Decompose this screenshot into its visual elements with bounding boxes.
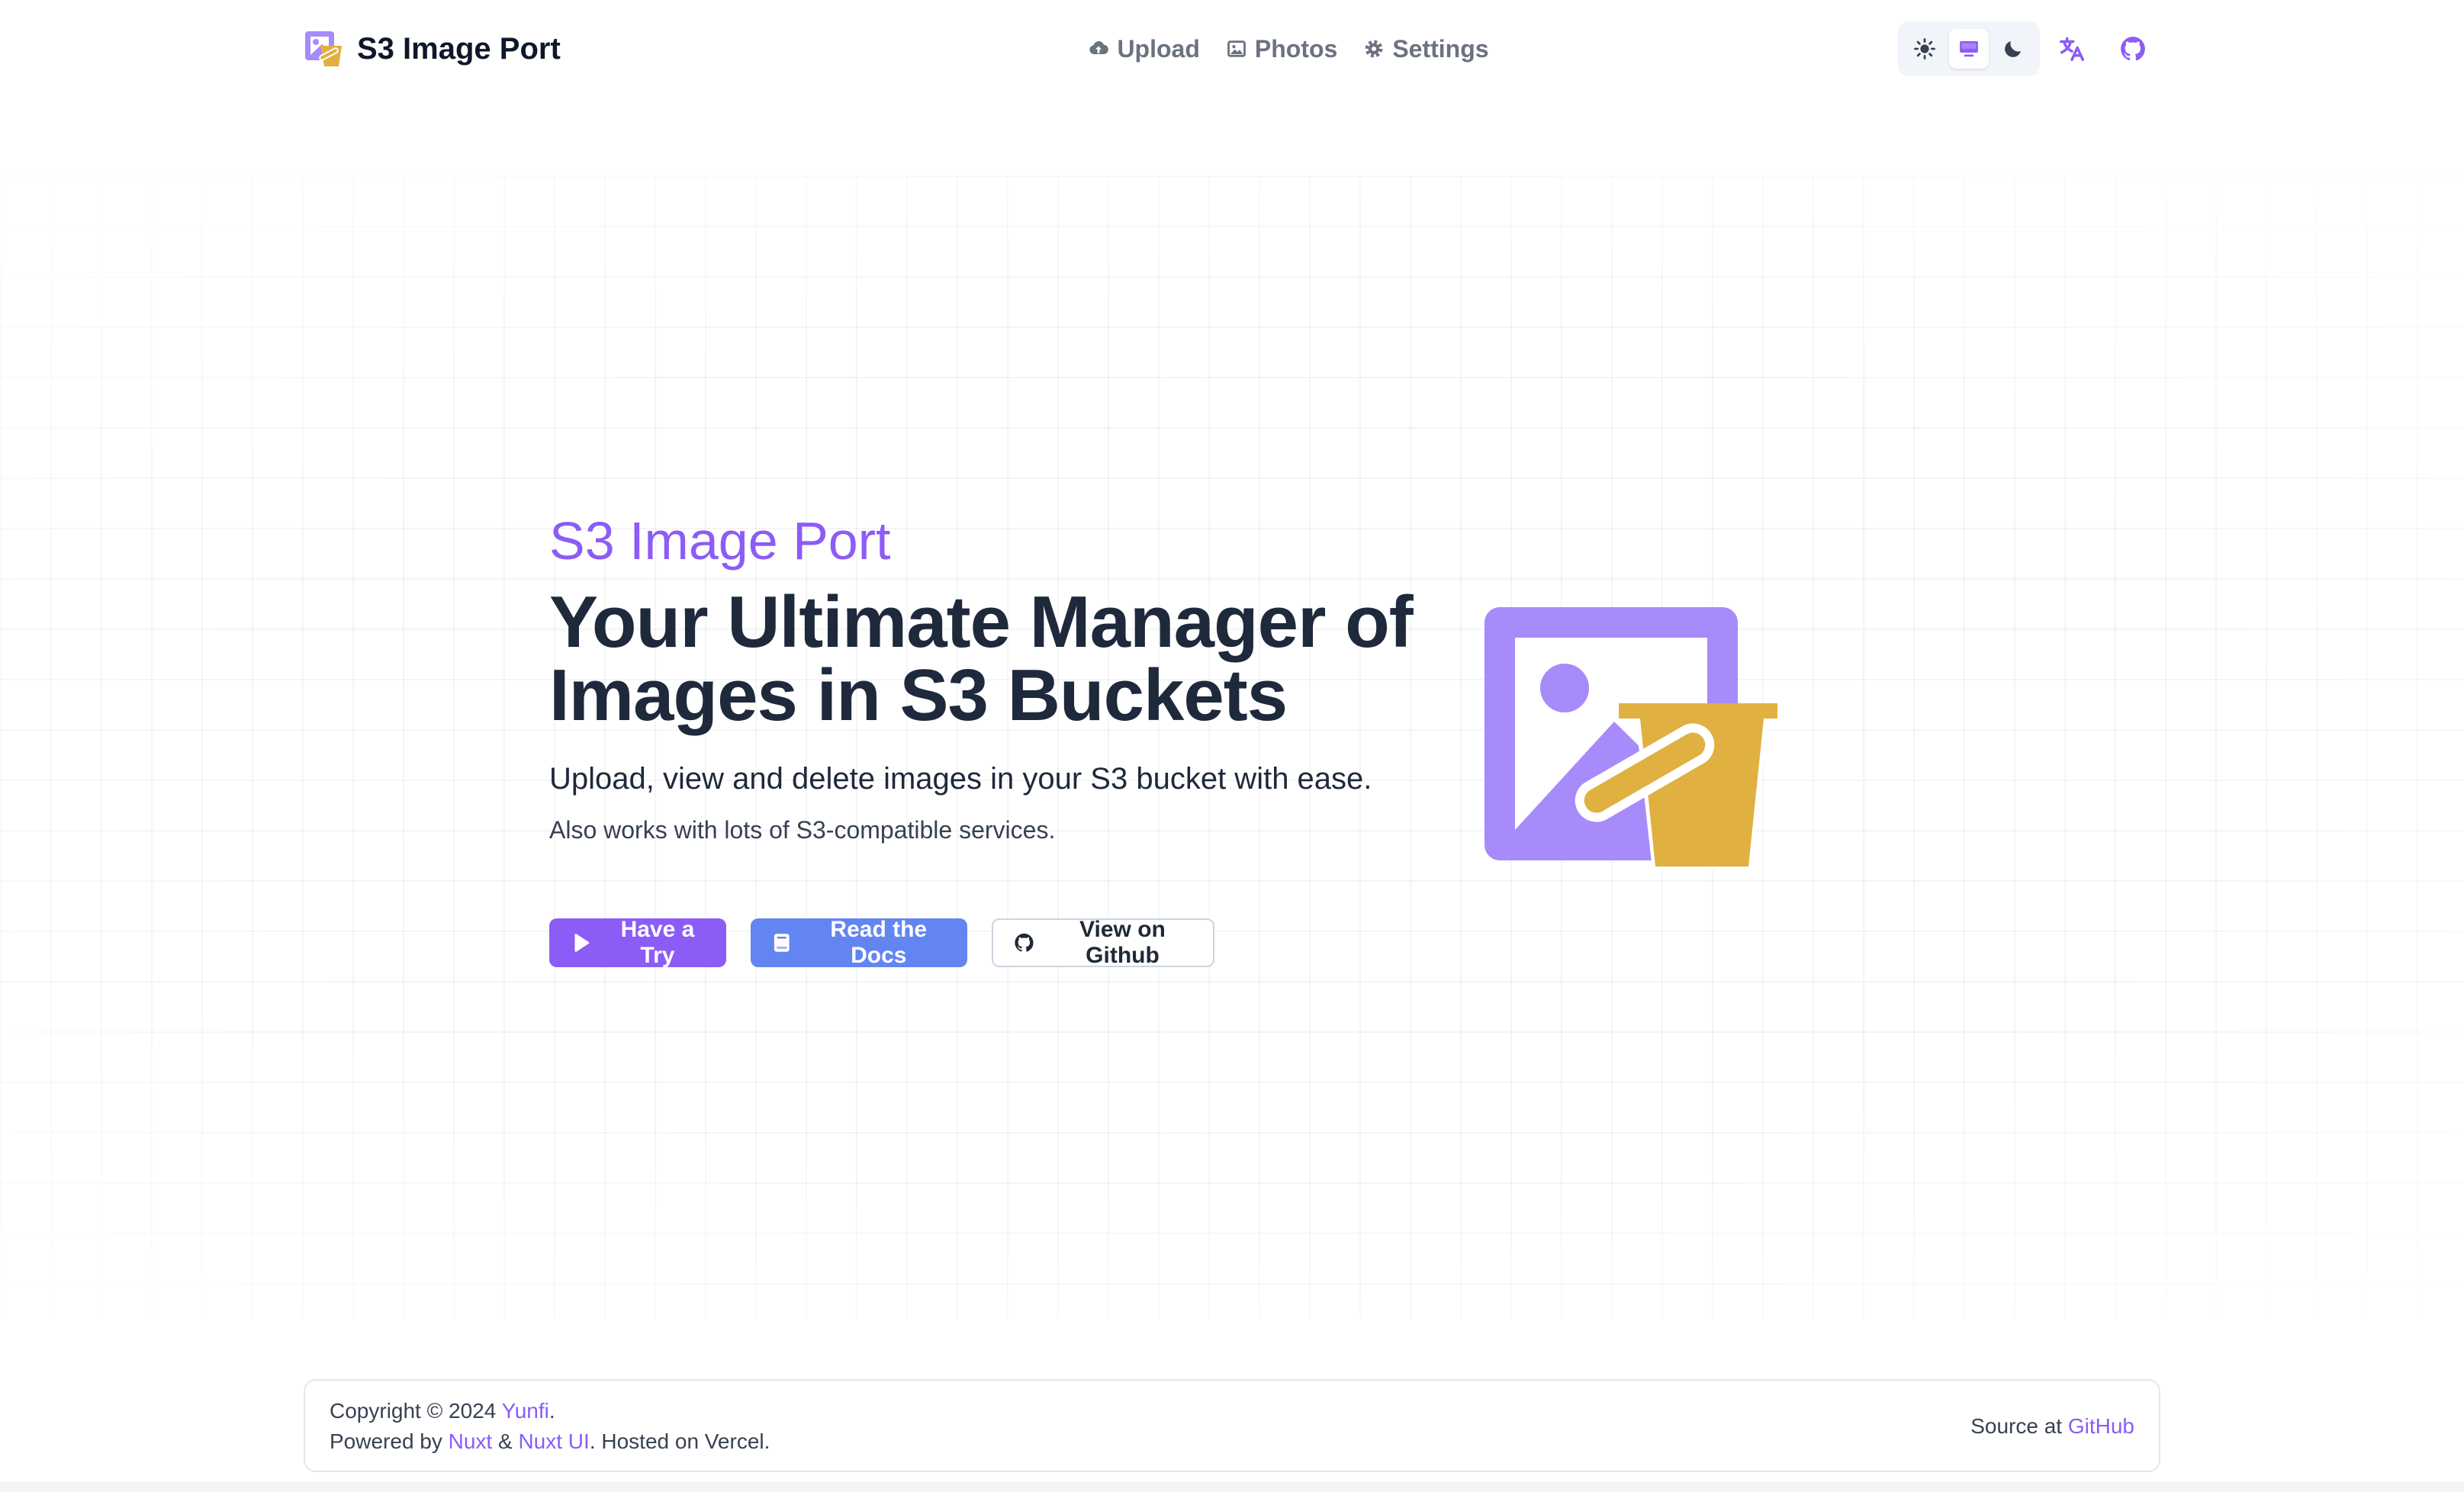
hero-title: Your Ultimate Manager of Images in S3 Bu…: [549, 586, 1434, 732]
read-the-docs-label: Read the Docs: [830, 917, 928, 968]
hosted-text: . Hosted on Vercel.: [589, 1429, 770, 1453]
site-footer: Copyright © 2024 Yunfi. Powered by Nuxt …: [304, 1379, 2160, 1472]
source-github-link[interactable]: GitHub: [2068, 1414, 2134, 1438]
nav-settings-label: Settings: [1392, 34, 1489, 63]
book-icon: [774, 934, 790, 952]
ampersand-text: &: [492, 1429, 519, 1453]
read-the-docs-button[interactable]: Read the Docs: [751, 917, 967, 968]
powered-by-text: Powered by: [330, 1429, 449, 1453]
nuxt-ui-link[interactable]: Nuxt UI: [518, 1429, 589, 1453]
image-bucket-illustration: [1485, 607, 1777, 870]
footer-copyright-line: Copyright © 2024 Yunfi.: [330, 1396, 770, 1426]
window-bottom-edge: [0, 1481, 2464, 1492]
brand-name: S3 Image Port: [357, 31, 561, 66]
hero-subtitle: Upload, view and delete images in your S…: [549, 762, 1372, 796]
hero-title-line-1: Your Ultimate Manager of: [549, 581, 1414, 663]
theme-light-button[interactable]: [1905, 29, 1945, 69]
theme-system-button[interactable]: [1949, 29, 1989, 69]
moon-icon: [2005, 41, 2021, 57]
monitor-icon: [1960, 41, 1978, 57]
have-a-try-label: Have a Try: [620, 917, 695, 968]
nav-settings[interactable]: Settings: [1363, 34, 1489, 63]
cloud-upload-icon: [1089, 41, 1109, 55]
hero-note: Also works with lots of S3-compatible se…: [549, 816, 1056, 844]
copyright-period: .: [548, 1399, 555, 1423]
nav-photos[interactable]: Photos: [1226, 35, 1337, 63]
source-at-text: Source at: [1970, 1414, 2068, 1438]
author-link[interactable]: Yunfi: [502, 1399, 549, 1423]
hero-title-line-2: Images in S3 Buckets: [549, 654, 1288, 736]
gear-icon: [1365, 40, 1383, 58]
footer-powered-line: Powered by Nuxt & Nuxt UI. Hosted on Ver…: [330, 1426, 770, 1457]
theme-switcher: [1898, 21, 2040, 76]
sun-icon: [1914, 38, 1935, 59]
hero-eyebrow: S3 Image Port: [549, 511, 891, 571]
copyright-text: Copyright © 2024: [330, 1399, 502, 1423]
footer-source: Source at GitHub: [1970, 1411, 2134, 1442]
github-icon: [1015, 933, 1034, 952]
theme-dark-button[interactable]: [1993, 29, 2033, 69]
footer-credits: Copyright © 2024 Yunfi. Powered by Nuxt …: [330, 1396, 770, 1457]
nav-photos-label: Photos: [1254, 34, 1338, 63]
language-button[interactable]: [2052, 29, 2092, 69]
github-header-link[interactable]: [2113, 29, 2153, 69]
brand-home-link[interactable]: S3 Image Port: [304, 29, 561, 69]
view-on-github-button[interactable]: View on Github: [992, 917, 1214, 968]
translate-icon: [2060, 37, 2084, 61]
have-a-try-button[interactable]: Have a Try: [549, 917, 726, 968]
play-icon: [574, 934, 590, 952]
view-on-github-label: View on Github: [1079, 917, 1166, 968]
hero-section: S3 Image Port Your Ultimate Manager of I…: [549, 506, 1434, 847]
nuxt-link[interactable]: Nuxt: [449, 1429, 493, 1453]
nav-upload[interactable]: Upload: [1088, 34, 1200, 63]
nav-upload-label: Upload: [1117, 34, 1200, 63]
cta-buttons: Have a Try Read the Docs View on Github: [549, 917, 1214, 968]
image-bucket-logo-icon: [305, 31, 342, 66]
github-icon: [2121, 37, 2145, 61]
photo-icon: [1227, 40, 1246, 57]
site-header: S3 Image Port Upload Photos Settings: [0, 0, 2464, 98]
